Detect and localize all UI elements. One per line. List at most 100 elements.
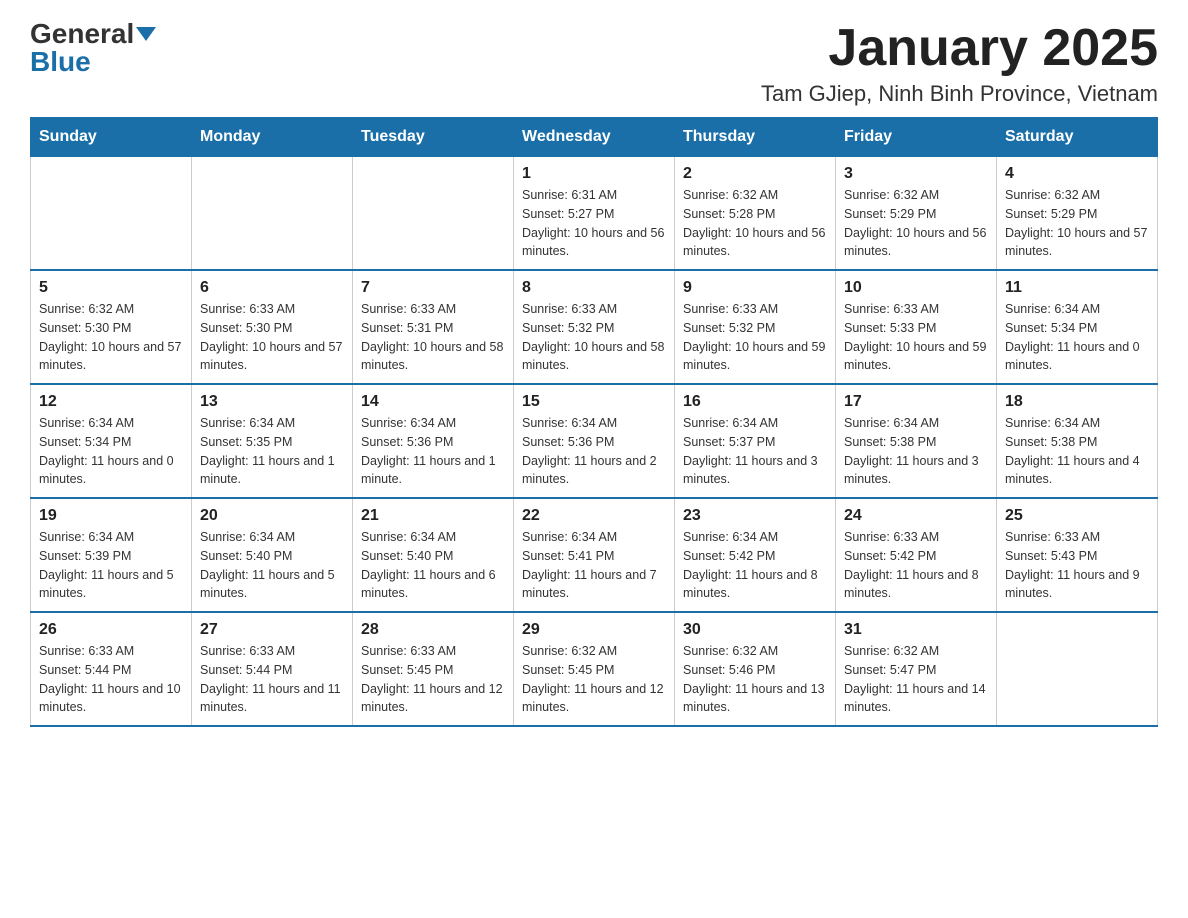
header-wednesday: Wednesday bbox=[514, 118, 675, 157]
logo-triangle-icon bbox=[136, 27, 156, 41]
day-info: Sunrise: 6:33 AMSunset: 5:45 PMDaylight:… bbox=[361, 642, 505, 717]
day-info: Sunrise: 6:34 AMSunset: 5:41 PMDaylight:… bbox=[522, 528, 666, 603]
calendar-cell: 25 Sunrise: 6:33 AMSunset: 5:43 PMDayligh… bbox=[997, 498, 1158, 612]
day-number: 3 bbox=[844, 165, 988, 183]
calendar-cell: 26 Sunrise: 6:33 AMSunset: 5:44 PMDayligh… bbox=[31, 612, 192, 726]
day-info: Sunrise: 6:34 AMSunset: 5:35 PMDaylight:… bbox=[200, 414, 344, 489]
calendar-cell: 18 Sunrise: 6:34 AMSunset: 5:38 PMDayligh… bbox=[997, 384, 1158, 498]
day-number: 27 bbox=[200, 621, 344, 639]
day-info: Sunrise: 6:33 AMSunset: 5:32 PMDaylight:… bbox=[522, 300, 666, 375]
calendar-cell: 28 Sunrise: 6:33 AMSunset: 5:45 PMDayligh… bbox=[353, 612, 514, 726]
calendar-cell: 31 Sunrise: 6:32 AMSunset: 5:47 PMDayligh… bbox=[836, 612, 997, 726]
calendar-cell: 21 Sunrise: 6:34 AMSunset: 5:40 PMDayligh… bbox=[353, 498, 514, 612]
day-info: Sunrise: 6:33 AMSunset: 5:44 PMDaylight:… bbox=[39, 642, 183, 717]
calendar-cell: 23 Sunrise: 6:34 AMSunset: 5:42 PMDayligh… bbox=[675, 498, 836, 612]
day-info: Sunrise: 6:32 AMSunset: 5:29 PMDaylight:… bbox=[1005, 186, 1149, 261]
week-row-1: 1 Sunrise: 6:31 AMSunset: 5:27 PMDaylight… bbox=[31, 157, 1158, 271]
day-number: 9 bbox=[683, 279, 827, 297]
calendar-cell: 19Sunrise: 6:34 AMSunset: 5:39 PMDayligh… bbox=[31, 498, 192, 612]
header-sunday: Sunday bbox=[31, 118, 192, 157]
calendar-cell: 22 Sunrise: 6:34 AMSunset: 5:41 PMDayligh… bbox=[514, 498, 675, 612]
day-number: 12 bbox=[39, 393, 183, 411]
day-info: Sunrise: 6:34 AMSunset: 5:36 PMDaylight:… bbox=[522, 414, 666, 489]
day-info: Sunrise: 6:32 AMSunset: 5:29 PMDaylight:… bbox=[844, 186, 988, 261]
day-number: 14 bbox=[361, 393, 505, 411]
week-row-5: 26 Sunrise: 6:33 AMSunset: 5:44 PMDayligh… bbox=[31, 612, 1158, 726]
day-number: 28 bbox=[361, 621, 505, 639]
header-monday: Monday bbox=[192, 118, 353, 157]
day-number: 18 bbox=[1005, 393, 1149, 411]
week-row-2: 5 Sunrise: 6:32 AMSunset: 5:30 PMDaylight… bbox=[31, 270, 1158, 384]
day-number: 22 bbox=[522, 507, 666, 525]
header-thursday: Thursday bbox=[675, 118, 836, 157]
calendar-cell bbox=[353, 157, 514, 271]
day-number: 31 bbox=[844, 621, 988, 639]
header-saturday: Saturday bbox=[997, 118, 1158, 157]
day-number: 15 bbox=[522, 393, 666, 411]
day-number: 26 bbox=[39, 621, 183, 639]
day-number: 30 bbox=[683, 621, 827, 639]
calendar-cell: 15 Sunrise: 6:34 AMSunset: 5:36 PMDayligh… bbox=[514, 384, 675, 498]
day-info: Sunrise: 6:34 AMSunset: 5:40 PMDaylight:… bbox=[361, 528, 505, 603]
calendar-table: SundayMondayTuesdayWednesdayThursdayFrid… bbox=[30, 117, 1158, 727]
logo-blue-text: Blue bbox=[30, 48, 91, 76]
calendar-location: Tam GJiep, Ninh Binh Province, Vietnam bbox=[761, 81, 1158, 107]
calendar-header-row: SundayMondayTuesdayWednesdayThursdayFrid… bbox=[31, 118, 1158, 157]
day-info: Sunrise: 6:34 AMSunset: 5:42 PMDaylight:… bbox=[683, 528, 827, 603]
calendar-cell: 1 Sunrise: 6:31 AMSunset: 5:27 PMDaylight… bbox=[514, 157, 675, 271]
calendar-cell: 10 Sunrise: 6:33 AMSunset: 5:33 PMDayligh… bbox=[836, 270, 997, 384]
day-number: 6 bbox=[200, 279, 344, 297]
week-row-3: 12Sunrise: 6:34 AMSunset: 5:34 PMDayligh… bbox=[31, 384, 1158, 498]
day-info: Sunrise: 6:33 AMSunset: 5:33 PMDaylight:… bbox=[844, 300, 988, 375]
day-number: 21 bbox=[361, 507, 505, 525]
day-number: 25 bbox=[1005, 507, 1149, 525]
calendar-cell: 8Sunrise: 6:33 AMSunset: 5:32 PMDaylight… bbox=[514, 270, 675, 384]
calendar-cell: 16 Sunrise: 6:34 AMSunset: 5:37 PMDayligh… bbox=[675, 384, 836, 498]
calendar-cell: 29Sunrise: 6:32 AMSunset: 5:45 PMDayligh… bbox=[514, 612, 675, 726]
calendar-cell: 27Sunrise: 6:33 AMSunset: 5:44 PMDayligh… bbox=[192, 612, 353, 726]
page-header: General Blue January 2025 Tam GJiep, Nin… bbox=[30, 20, 1158, 107]
day-number: 1 bbox=[522, 165, 666, 183]
week-row-4: 19Sunrise: 6:34 AMSunset: 5:39 PMDayligh… bbox=[31, 498, 1158, 612]
calendar-cell: 7Sunrise: 6:33 AMSunset: 5:31 PMDaylight… bbox=[353, 270, 514, 384]
calendar-cell: 9Sunrise: 6:33 AMSunset: 5:32 PMDaylight… bbox=[675, 270, 836, 384]
calendar-cell: 13 Sunrise: 6:34 AMSunset: 5:35 PMDayligh… bbox=[192, 384, 353, 498]
day-info: Sunrise: 6:32 AMSunset: 5:45 PMDaylight:… bbox=[522, 642, 666, 717]
day-info: Sunrise: 6:34 AMSunset: 5:37 PMDaylight:… bbox=[683, 414, 827, 489]
day-number: 5 bbox=[39, 279, 183, 297]
day-info: Sunrise: 6:32 AMSunset: 5:28 PMDaylight:… bbox=[683, 186, 827, 261]
day-number: 10 bbox=[844, 279, 988, 297]
calendar-title: January 2025 bbox=[761, 20, 1158, 77]
calendar-cell: 11Sunrise: 6:34 AMSunset: 5:34 PMDayligh… bbox=[997, 270, 1158, 384]
day-number: 16 bbox=[683, 393, 827, 411]
day-info: Sunrise: 6:32 AMSunset: 5:46 PMDaylight:… bbox=[683, 642, 827, 717]
day-info: Sunrise: 6:34 AMSunset: 5:38 PMDaylight:… bbox=[1005, 414, 1149, 489]
day-info: Sunrise: 6:32 AMSunset: 5:47 PMDaylight:… bbox=[844, 642, 988, 717]
day-info: Sunrise: 6:33 AMSunset: 5:31 PMDaylight:… bbox=[361, 300, 505, 375]
calendar-cell: 5 Sunrise: 6:32 AMSunset: 5:30 PMDaylight… bbox=[31, 270, 192, 384]
title-block: January 2025 Tam GJiep, Ninh Binh Provin… bbox=[761, 20, 1158, 107]
day-info: Sunrise: 6:32 AMSunset: 5:30 PMDaylight:… bbox=[39, 300, 183, 375]
calendar-cell: 3 Sunrise: 6:32 AMSunset: 5:29 PMDaylight… bbox=[836, 157, 997, 271]
day-info: Sunrise: 6:33 AMSunset: 5:30 PMDaylight:… bbox=[200, 300, 344, 375]
day-number: 17 bbox=[844, 393, 988, 411]
day-info: Sunrise: 6:34 AMSunset: 5:34 PMDaylight:… bbox=[1005, 300, 1149, 375]
day-info: Sunrise: 6:34 AMSunset: 5:38 PMDaylight:… bbox=[844, 414, 988, 489]
day-number: 13 bbox=[200, 393, 344, 411]
day-info: Sunrise: 6:34 AMSunset: 5:39 PMDaylight:… bbox=[39, 528, 183, 603]
day-info: Sunrise: 6:34 AMSunset: 5:36 PMDaylight:… bbox=[361, 414, 505, 489]
header-friday: Friday bbox=[836, 118, 997, 157]
calendar-cell: 24 Sunrise: 6:33 AMSunset: 5:42 PMDayligh… bbox=[836, 498, 997, 612]
day-info: Sunrise: 6:31 AMSunset: 5:27 PMDaylight:… bbox=[522, 186, 666, 261]
calendar-cell bbox=[997, 612, 1158, 726]
calendar-cell bbox=[192, 157, 353, 271]
day-number: 24 bbox=[844, 507, 988, 525]
calendar-cell: 20Sunrise: 6:34 AMSunset: 5:40 PMDayligh… bbox=[192, 498, 353, 612]
calendar-cell: 2Sunrise: 6:32 AMSunset: 5:28 PMDaylight… bbox=[675, 157, 836, 271]
calendar-cell: 17 Sunrise: 6:34 AMSunset: 5:38 PMDayligh… bbox=[836, 384, 997, 498]
logo-general-text: General bbox=[30, 20, 156, 48]
day-info: Sunrise: 6:33 AMSunset: 5:43 PMDaylight:… bbox=[1005, 528, 1149, 603]
header-tuesday: Tuesday bbox=[353, 118, 514, 157]
day-number: 23 bbox=[683, 507, 827, 525]
day-info: Sunrise: 6:33 AMSunset: 5:42 PMDaylight:… bbox=[844, 528, 988, 603]
